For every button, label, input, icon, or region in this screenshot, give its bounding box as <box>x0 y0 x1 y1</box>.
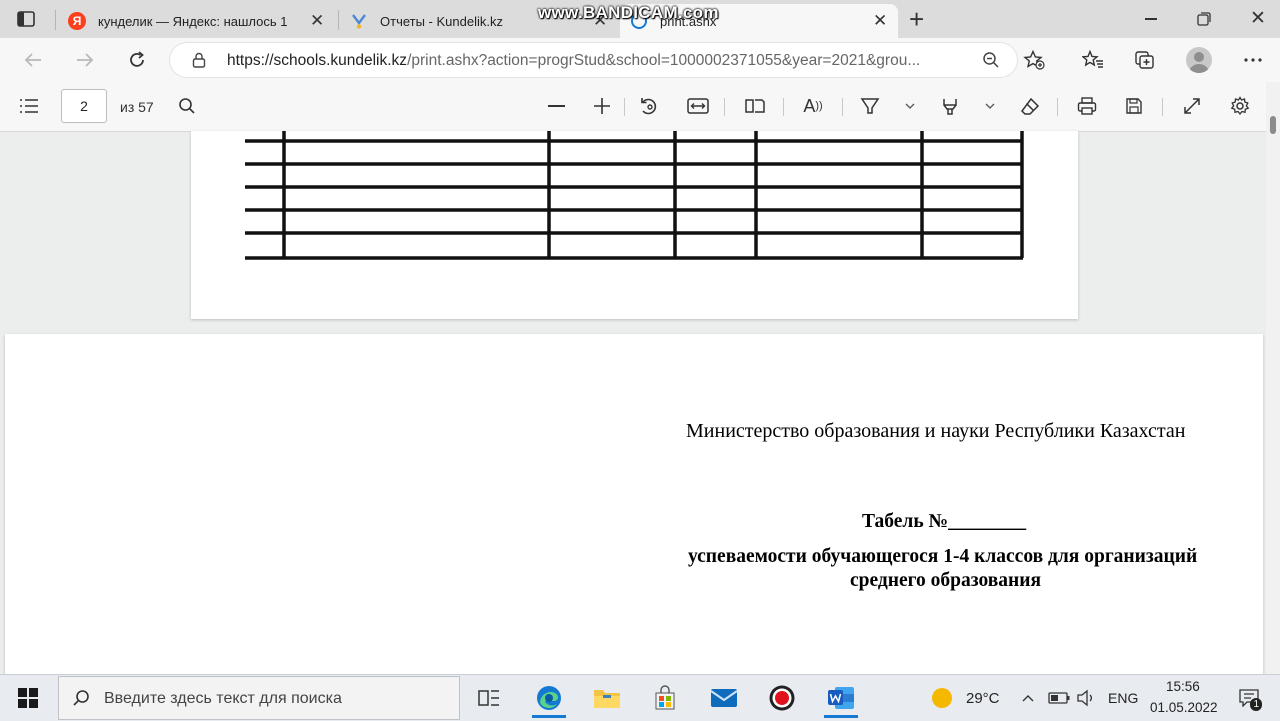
url-path: /print.ashx?action=progrStud&school=1000… <box>407 52 921 69</box>
minimize-button[interactable] <box>1140 8 1162 30</box>
add-favorite-icon[interactable] <box>1021 48 1047 72</box>
refresh-icon[interactable] <box>124 48 150 72</box>
tab-title: кунделик — Яндекс: нашлось 1 <box>98 13 288 29</box>
url-host: https://schools.kundelik.kz <box>227 52 408 69</box>
file-explorer-icon[interactable] <box>590 681 624 715</box>
report-subtitle-line1: успеваемости обучающегося 1-4 классов дл… <box>688 546 1198 567</box>
pdf-page-1 <box>191 131 1078 319</box>
page-number-input[interactable]: 2 <box>61 89 107 123</box>
favorites-icon[interactable] <box>1080 48 1106 72</box>
save-icon[interactable] <box>1122 94 1146 118</box>
clock-time[interactable]: 15:56 <box>1166 679 1200 694</box>
search-placeholder: Введите здесь текст для поиска <box>104 690 342 707</box>
eraser-icon[interactable] <box>1018 94 1042 118</box>
chevron-up-icon[interactable] <box>1014 681 1042 715</box>
draw-icon[interactable] <box>858 94 882 118</box>
mail-icon[interactable] <box>707 681 741 715</box>
tab-yandex[interactable]: Я кунделик — Яндекс: нашлось 1 ✕ <box>58 4 336 38</box>
contents-icon[interactable] <box>17 94 41 118</box>
report-title: Табель №________ <box>862 511 1027 532</box>
report-subtitle-line2: среднего образования <box>850 570 1042 591</box>
tab-title: Отчеты - Kundelik.kz <box>380 13 503 29</box>
windows-taskbar: Введите здесь текст для поиска 29°C ENG … <box>0 674 1280 721</box>
yandex-icon: Я <box>68 12 86 30</box>
address-bar-row: https://schools.kundelik.kz/print.ashx?a… <box>0 38 1280 82</box>
search-icon <box>72 689 90 712</box>
zoom-out-icon[interactable] <box>982 51 1000 74</box>
url-text: https://schools.kundelik.kz/print.ashx?a… <box>227 52 920 70</box>
page-view-icon[interactable] <box>742 94 768 118</box>
pdf-toolbar: 2 из 57 A)) <box>0 82 1280 132</box>
find-icon[interactable] <box>175 94 199 118</box>
word-icon[interactable] <box>824 681 858 718</box>
kundelik-icon <box>350 12 368 30</box>
page-total: из 57 <box>120 99 154 115</box>
tab-actions-icon[interactable] <box>14 8 38 30</box>
grades-table <box>245 131 1024 260</box>
bandicam-record-icon[interactable] <box>765 681 799 715</box>
weather-temperature[interactable]: 29°C <box>966 690 1000 707</box>
windows-start-icon[interactable] <box>11 681 45 715</box>
rotate-icon[interactable] <box>637 94 661 118</box>
close-window-button[interactable]: ✕ <box>1246 5 1270 31</box>
ministry-heading: Министерство образования и науки Республ… <box>686 420 1186 442</box>
close-tab-icon[interactable]: ✕ <box>873 11 887 31</box>
chevron-down-icon[interactable] <box>902 96 918 116</box>
settings-gear-icon[interactable] <box>1228 94 1252 118</box>
new-tab-button[interactable]: + <box>909 4 924 35</box>
battery-icon[interactable] <box>1045 681 1073 715</box>
close-tab-icon[interactable]: ✕ <box>310 11 324 31</box>
fit-width-icon[interactable] <box>685 94 711 118</box>
fullscreen-icon[interactable] <box>1180 94 1204 118</box>
tab-strip: Я кунделик — Яндекс: нашлось 1 ✕ Отчеты … <box>0 0 1280 38</box>
notification-count: 1 <box>1250 698 1262 711</box>
weather-sun-icon[interactable] <box>925 681 959 715</box>
clock-date[interactable]: 01.05.2022 <box>1150 700 1218 715</box>
profile-avatar[interactable] <box>1186 47 1212 73</box>
restore-button[interactable] <box>1193 8 1215 30</box>
back-arrow-icon[interactable] <box>20 48 46 72</box>
more-options-icon[interactable] <box>1240 48 1266 72</box>
lock-icon[interactable] <box>192 52 206 73</box>
zoom-out-button[interactable] <box>544 94 568 118</box>
pdf-page-2: Министерство образования и науки Республ… <box>5 334 1263 674</box>
chevron-down-icon[interactable] <box>982 96 998 116</box>
read-aloud-icon[interactable]: A)) <box>800 94 826 118</box>
scrollbar-thumb[interactable] <box>1270 116 1276 134</box>
notifications-icon[interactable]: 1 <box>1234 681 1264 715</box>
microsoft-store-icon[interactable] <box>648 681 682 715</box>
taskbar-search-input[interactable]: Введите здесь текст для поиска <box>58 676 460 720</box>
volume-icon[interactable] <box>1072 681 1100 715</box>
edge-browser-icon[interactable] <box>532 681 566 718</box>
print-icon[interactable] <box>1075 94 1099 118</box>
url-field[interactable]: https://schools.kundelik.kz/print.ashx?a… <box>170 43 1017 77</box>
zoom-in-button[interactable] <box>590 94 614 118</box>
collections-icon[interactable] <box>1132 48 1158 72</box>
task-view-icon[interactable] <box>472 681 506 715</box>
forward-arrow-icon[interactable] <box>72 48 98 72</box>
input-language[interactable]: ENG <box>1108 690 1138 706</box>
bandicam-watermark: www.BANDICAM.com <box>538 3 719 22</box>
vertical-scrollbar[interactable] <box>1266 82 1280 674</box>
highlight-icon[interactable] <box>938 94 962 118</box>
